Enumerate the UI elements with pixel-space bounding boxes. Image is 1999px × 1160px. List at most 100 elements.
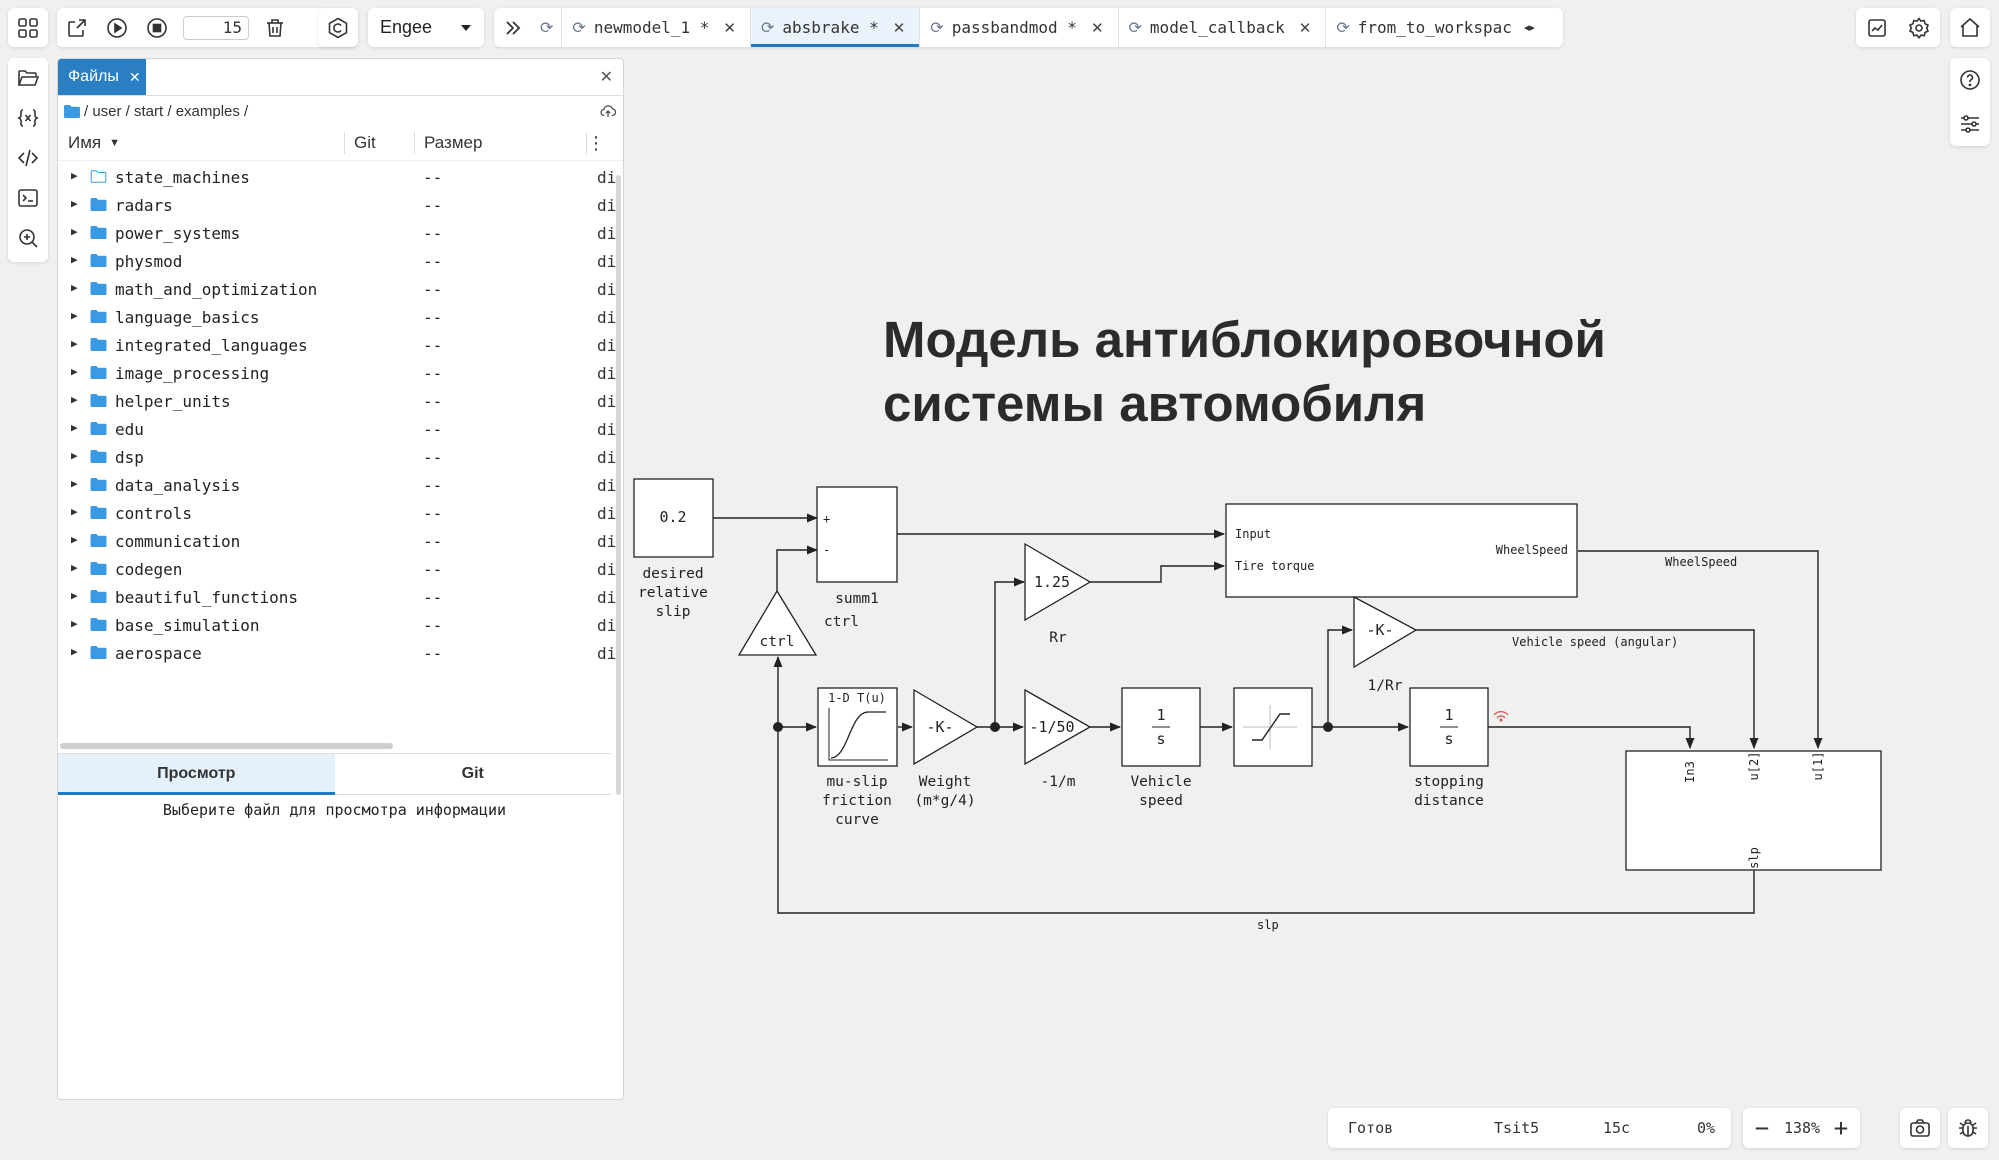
stop-button[interactable] (137, 8, 177, 47)
vertical-scrollbar[interactable] (616, 175, 621, 795)
screenshot-button[interactable] (1900, 1108, 1940, 1148)
panel-close-icon[interactable]: ✕ (600, 67, 613, 87)
file-row[interactable]: ▶ edu -- di (58, 415, 616, 443)
caret-right-icon[interactable]: ▶ (71, 421, 78, 434)
run-button[interactable] (97, 8, 137, 47)
column-size[interactable]: Размер (424, 133, 482, 153)
column-name[interactable]: Имя ▼ (68, 133, 120, 153)
file-row[interactable]: ▶ language_basics -- di (58, 303, 616, 331)
codegen-button[interactable] (318, 8, 358, 47)
wire-int2-to-fcn[interactable] (1488, 726, 1695, 750)
wire-to-k[interactable] (1327, 625, 1354, 727)
code-editor-button[interactable] (8, 138, 48, 178)
tab-preview[interactable]: Просмотр (58, 754, 335, 795)
caret-right-icon[interactable]: ▶ (71, 561, 78, 574)
terminal-button[interactable] (8, 178, 48, 218)
caret-right-icon[interactable]: ▶ (71, 477, 78, 490)
tab-passbandmod[interactable]: ⟳ passbandmod * ✕ (920, 8, 1119, 47)
breadcrumb-path[interactable]: / user / start / examples / (84, 103, 248, 120)
file-row[interactable]: ▶ math_and_optimization -- di (58, 275, 616, 303)
properties-button[interactable] (1950, 102, 1990, 146)
debug-button[interactable] (1948, 1108, 1988, 1148)
tab-from-to-workspace[interactable]: ⟳ from_to_workspac ◂▸ (1326, 8, 1549, 47)
wire-wheelspeed[interactable] (1578, 550, 1823, 750)
wire-rr-to-torque[interactable] (1090, 561, 1226, 583)
file-row[interactable]: ▶ dsp -- di (58, 443, 616, 471)
caret-right-icon[interactable]: ▶ (71, 589, 78, 602)
file-row[interactable]: ▶ codegen -- di (58, 555, 616, 583)
scroll-tabs-icon[interactable]: ◂▸ (1524, 21, 1535, 34)
column-git[interactable]: Git (354, 133, 376, 153)
home-button[interactable] (1950, 8, 1990, 47)
close-icon[interactable]: ✕ (723, 19, 736, 37)
horizontal-scrollbar[interactable] (60, 743, 393, 749)
stopping-distance-integrator[interactable]: 1 s (1409, 687, 1489, 767)
expand-tabs-button[interactable] (494, 8, 532, 47)
caret-right-icon[interactable]: ▶ (71, 617, 78, 630)
help-button[interactable] (1950, 58, 1990, 102)
simulation-time-input[interactable] (183, 15, 249, 40)
caret-right-icon[interactable]: ▶ (71, 281, 78, 294)
signal-logging-icon[interactable] (1493, 711, 1509, 722)
column-menu-icon[interactable]: ⋮ (587, 133, 605, 154)
zoom-out-button[interactable]: − (1747, 1112, 1777, 1144)
caret-right-icon[interactable]: ▶ (71, 645, 78, 658)
settings-button[interactable] (1898, 8, 1940, 47)
close-icon[interactable]: ✕ (1091, 19, 1104, 37)
caret-right-icon[interactable]: ▶ (71, 225, 78, 238)
files-tab[interactable]: Файлы ✕ (58, 59, 146, 95)
rr-gain-block[interactable]: 1.25 (1024, 542, 1092, 622)
caret-right-icon[interactable]: ▶ (71, 393, 78, 406)
search-button[interactable] (8, 218, 48, 258)
mass-gain-block[interactable]: -1/50 (1024, 688, 1092, 766)
charts-button[interactable] (1856, 8, 1898, 47)
close-icon[interactable]: ✕ (893, 19, 906, 37)
variables-button[interactable] (8, 98, 48, 138)
caret-right-icon[interactable]: ▶ (71, 365, 78, 378)
file-row[interactable]: ▶ physmod -- di (58, 247, 616, 275)
ctrl-block[interactable]: ctrl (737, 589, 818, 656)
file-row[interactable]: ▶ aerospace -- di (58, 639, 616, 667)
file-row[interactable]: ▶ controls -- di (58, 499, 616, 527)
tab-home[interactable]: ⟳ (532, 8, 563, 47)
sum-block[interactable]: + - (816, 486, 898, 583)
caret-right-icon[interactable]: ▶ (71, 169, 78, 182)
close-icon[interactable]: ✕ (1299, 19, 1312, 37)
file-row[interactable]: ▶ state_machines -- di (58, 163, 616, 191)
file-row[interactable]: ▶ power_systems -- di (58, 219, 616, 247)
caret-right-icon[interactable]: ▶ (71, 533, 78, 546)
caret-right-icon[interactable]: ▶ (71, 309, 78, 322)
caret-right-icon[interactable]: ▶ (71, 449, 78, 462)
close-icon[interactable]: ✕ (129, 69, 141, 86)
file-browser-button[interactable] (8, 58, 48, 98)
slip-function-block[interactable]: In3 u[2] u[1] slp (1625, 750, 1882, 871)
solver-select[interactable]: Engee (368, 17, 484, 38)
column-divider[interactable] (344, 132, 345, 154)
tab-absbrake[interactable]: ⟳ absbrake * ✕ (750, 8, 921, 47)
constant-block[interactable]: 0.2 (633, 478, 714, 558)
file-row[interactable]: ▶ base_simulation -- di (58, 611, 616, 639)
wire-weight-to-rr[interactable] (994, 577, 1026, 727)
file-row[interactable]: ▶ integrated_languages -- di (58, 331, 616, 359)
tab-model-callback[interactable]: ⟳ model_callback ✕ (1119, 8, 1327, 47)
column-divider[interactable] (414, 132, 415, 154)
caret-right-icon[interactable]: ▶ (71, 505, 78, 518)
zoom-in-button[interactable]: + (1826, 1112, 1856, 1144)
k-gain-block[interactable]: -K- (1353, 595, 1418, 669)
cloud-upload-icon[interactable] (599, 102, 617, 120)
export-button[interactable] (57, 8, 97, 47)
saturation-block[interactable] (1233, 687, 1313, 767)
tab-git[interactable]: Git (335, 754, 612, 794)
file-row[interactable]: ▶ communication -- di (58, 527, 616, 555)
file-row[interactable]: ▶ data_analysis -- di (58, 471, 616, 499)
file-row[interactable]: ▶ image_processing -- di (58, 359, 616, 387)
file-row[interactable]: ▶ radars -- di (58, 191, 616, 219)
wheel-subsystem-block[interactable]: Input Tire torque WheelSpeed (1225, 503, 1578, 598)
file-row[interactable]: ▶ beautiful_functions -- di (58, 583, 616, 611)
trash-button[interactable] (255, 8, 295, 47)
tab-newmodel-1[interactable]: ⟳ newmodel_1 * ✕ (562, 8, 751, 47)
app-grid-button[interactable] (8, 8, 48, 47)
weight-gain-block[interactable]: -K- (913, 688, 979, 766)
vehicle-speed-integrator[interactable]: 1 s (1121, 687, 1201, 767)
lookup-table-block[interactable]: 1-D T(u) (817, 687, 898, 767)
